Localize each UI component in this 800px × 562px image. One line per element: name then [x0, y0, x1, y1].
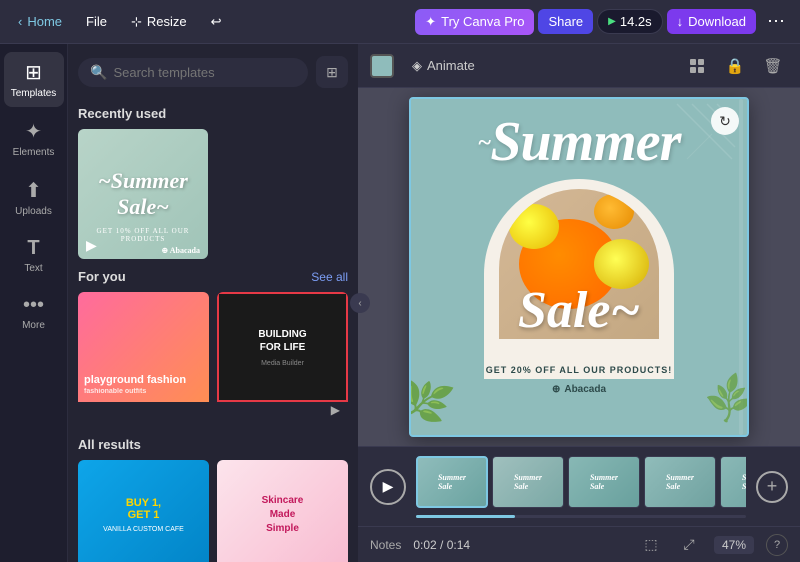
- bottom-bar: Notes 0:02 / 0:14 ⬚ ⤢ 47% ?: [358, 526, 800, 562]
- search-icon: 🔍: [90, 64, 107, 81]
- star-icon: ✦: [425, 14, 436, 30]
- sidebar-item-uploads[interactable]: ⬆ Uploads: [4, 170, 64, 225]
- add-frame-button[interactable]: +: [756, 471, 788, 503]
- main-area: ⊞ Templates ✦ Elements ⬆ Uploads T Text …: [0, 44, 800, 562]
- sidebar-item-more[interactable]: ••• More: [4, 286, 64, 339]
- delete-button[interactable]: 🗑: [758, 51, 788, 81]
- canvas-area-wrapper: ◈ Animate 🔒 🗑: [358, 44, 800, 562]
- canvas-design: ~Summer Sale~ GET 20% OFF ALL: [409, 97, 749, 437]
- expand-icon: ⤢: [683, 536, 694, 553]
- elements-icon: ✦: [25, 119, 42, 144]
- play-icon: ▶: [383, 478, 394, 495]
- chevron-left-icon: ‹: [18, 14, 22, 29]
- help-button[interactable]: ?: [766, 534, 788, 556]
- timeline-scroll: SummerSale SummerSale SummerSale SummerS…: [416, 456, 746, 518]
- lock-button[interactable]: 🔒: [720, 51, 750, 81]
- template-panel: 🔍 ⊞ Recently used ~Summer Sale~ GET 10% …: [68, 44, 358, 562]
- resize-button[interactable]: ⊹ Resize: [121, 9, 197, 35]
- template-building-for-life[interactable]: BUILDINGFOR LIFE Media Builder ▶: [217, 292, 348, 423]
- sidebar-item-templates[interactable]: ⊞ Templates: [4, 52, 64, 107]
- for-you-title: For you: [78, 269, 126, 284]
- expand-button[interactable]: ⤢: [676, 532, 702, 558]
- notes-label: Notes: [370, 538, 401, 552]
- timeline: ▶ SummerSale SummerSale SummerSale Summe…: [358, 446, 800, 526]
- all-results-grid: BUY 1,GET 1 VANILLA CUSTOM CAFE Skincare…: [78, 460, 348, 562]
- for-you-grid: playground fashion FASHIONABLE OUTFITS B…: [78, 292, 348, 423]
- canvas-subtitle: GET 20% OFF ALL OUR PRODUCTS!: [411, 365, 747, 375]
- recently-used-grid: ~Summer Sale~ GET 10% OFF ALL OUR PRODUC…: [78, 129, 348, 259]
- timeline-frame-1[interactable]: SummerSale: [416, 456, 488, 508]
- sidebar-item-elements[interactable]: ✦ Elements: [4, 111, 64, 166]
- template-summer-sale-recent[interactable]: ~Summer Sale~ GET 10% OFF ALL OUR PRODUC…: [78, 129, 208, 259]
- undo-icon: ↩: [211, 14, 222, 30]
- timeline-frames: SummerSale SummerSale SummerSale SummerS…: [416, 456, 746, 512]
- canvas-scroll-area[interactable]: ~Summer Sale~ GET 20% OFF ALL: [358, 88, 800, 446]
- refresh-button[interactable]: ↻: [711, 107, 739, 135]
- animate-icon: ◈: [412, 58, 422, 74]
- uploads-icon: ⬆: [25, 178, 42, 203]
- timeline-frame-2[interactable]: SummerSale: [492, 456, 564, 508]
- resize-icon: ⊹: [131, 14, 142, 30]
- text-icon: T: [27, 237, 39, 260]
- template-search-area: 🔍 ⊞: [68, 44, 358, 96]
- canvas-summer-title: ~Summer: [411, 114, 747, 170]
- monitor-icon: ⬚: [644, 536, 657, 553]
- time-display: 0:02 / 0:14: [413, 538, 470, 552]
- topbar: ‹ Home File ⊹ Resize ↩ ✦ Try Canva Pro S…: [0, 0, 800, 44]
- canvas-arch: [484, 179, 674, 379]
- see-all-link[interactable]: See all: [311, 270, 348, 284]
- timer-badge: ▶ 14.2s: [597, 9, 663, 34]
- template-panel-wrapper: 🔍 ⊞ Recently used ~Summer Sale~ GET 10% …: [68, 44, 358, 562]
- sidebar-item-text[interactable]: T Text: [4, 229, 64, 282]
- canvas-sale-text: Sale~: [411, 281, 747, 340]
- canva-pro-button[interactable]: ✦ Try Canva Pro: [415, 9, 534, 35]
- timeline-frame-4[interactable]: SummerSale: [644, 456, 716, 508]
- template-buy-1-get-1[interactable]: BUY 1,GET 1 VANILLA CUSTOM CAFE: [78, 460, 209, 562]
- monitor-button[interactable]: ⬚: [638, 532, 664, 558]
- icon-sidebar: ⊞ Templates ✦ Elements ⬆ Uploads T Text …: [0, 44, 68, 562]
- for-you-section-header: For you See all: [78, 269, 348, 284]
- download-button[interactable]: ↓ Download: [667, 9, 756, 34]
- file-button[interactable]: File: [76, 9, 117, 34]
- home-button[interactable]: ‹ Home: [8, 9, 72, 34]
- collapse-panel-button[interactable]: ‹: [350, 293, 370, 313]
- template-skincare[interactable]: SkincareMadeSimple: [217, 460, 348, 562]
- play-icon: ▶: [608, 16, 616, 27]
- timeline-frame-5[interactable]: SummerSale: [720, 456, 746, 508]
- template-scroll: Recently used ~Summer Sale~ GET 10% OFF …: [68, 96, 358, 562]
- all-results-title: All results: [78, 437, 348, 452]
- timeline-frame-3[interactable]: SummerSale: [568, 456, 640, 508]
- layout-icon-button[interactable]: [682, 51, 712, 81]
- more-icon: •••: [23, 294, 44, 317]
- zoom-display[interactable]: 47%: [714, 536, 754, 554]
- play-button[interactable]: ▶: [370, 469, 406, 505]
- undo-button[interactable]: ↩: [201, 9, 232, 35]
- download-icon: ↓: [677, 14, 684, 29]
- canvas-brand: ⊕ Abacada: [411, 384, 747, 395]
- trash-icon: 🗑: [763, 57, 782, 75]
- search-input[interactable]: [113, 65, 296, 80]
- canvas-toolbar: ◈ Animate 🔒 🗑: [358, 44, 800, 88]
- templates-icon: ⊞: [25, 60, 42, 85]
- animate-button[interactable]: ◈ Animate: [402, 54, 485, 78]
- color-swatch[interactable]: [370, 54, 394, 78]
- filter-button[interactable]: ⊞: [316, 56, 348, 88]
- search-box[interactable]: 🔍: [78, 58, 308, 87]
- recently-used-title: Recently used: [78, 106, 348, 121]
- template-playground-fashion[interactable]: playground fashion FASHIONABLE OUTFITS: [78, 292, 209, 423]
- more-options-button[interactable]: ⋯: [760, 6, 792, 38]
- lock-icon: 🔒: [726, 57, 745, 75]
- share-button[interactable]: Share: [538, 9, 593, 34]
